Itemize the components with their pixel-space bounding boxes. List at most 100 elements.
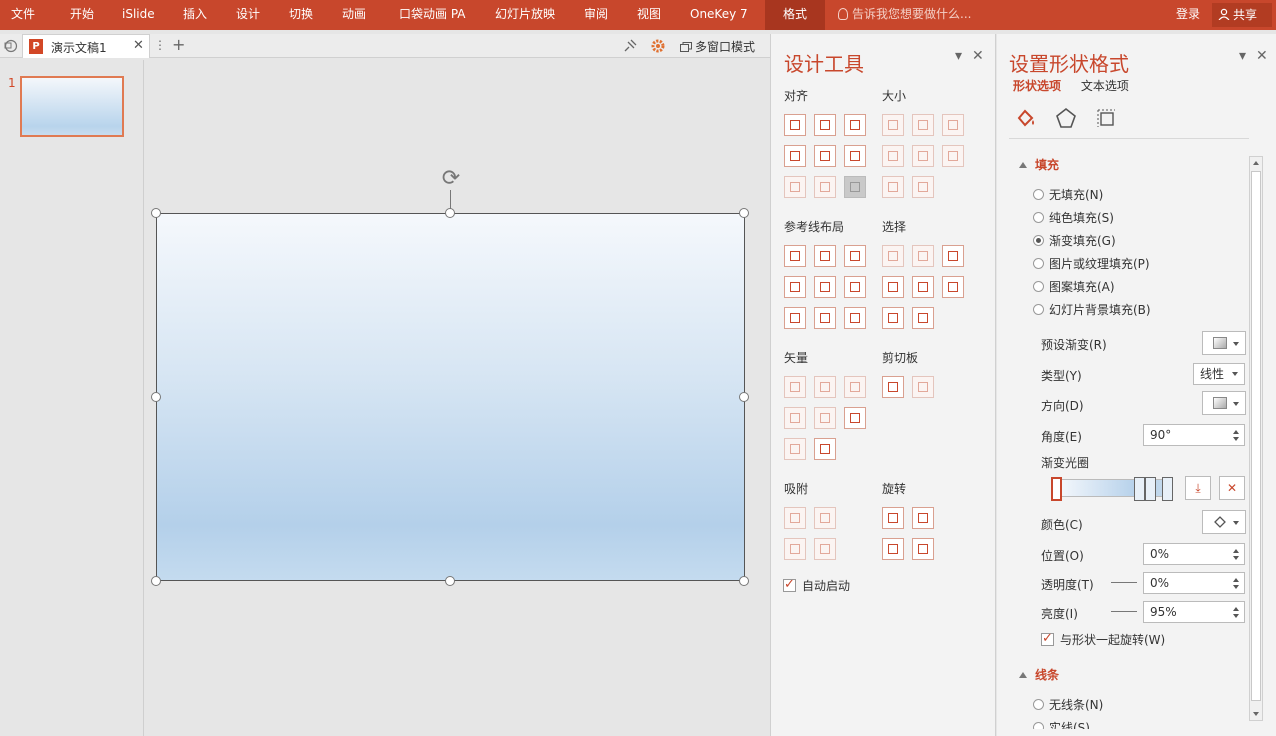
- spin-up-icon[interactable]: [1233, 549, 1239, 553]
- menu-islide[interactable]: iSlide: [122, 0, 155, 30]
- fill-bucket-icon[interactable]: [1014, 106, 1038, 130]
- radio-solid-fill[interactable]: 纯色填充(S): [1033, 209, 1114, 226]
- resize-handle[interactable]: [739, 392, 749, 402]
- radio-no-fill[interactable]: 无填充(N): [1033, 186, 1103, 203]
- gear-icon[interactable]: [650, 38, 666, 54]
- spin-up-icon[interactable]: [1233, 607, 1239, 611]
- document-tab[interactable]: P 演示文稿1 ✕: [22, 34, 150, 58]
- menu-animations[interactable]: 动画: [342, 0, 366, 30]
- close-icon[interactable]: ✕: [1256, 48, 1268, 64]
- select-invert-icon[interactable]: [882, 307, 904, 329]
- stretch-bottom-icon[interactable]: [912, 176, 934, 198]
- distribute-grid-icon[interactable]: [844, 176, 866, 198]
- menu-format[interactable]: 格式: [765, 0, 826, 30]
- preset-gradient-dropdown[interactable]: [1202, 331, 1246, 355]
- guide-middle-icon[interactable]: [814, 276, 836, 298]
- close-icon[interactable]: ✕: [133, 38, 144, 53]
- select-group-icon[interactable]: [912, 245, 934, 267]
- dropdown-icon[interactable]: ▾: [1239, 48, 1246, 64]
- resize-handle[interactable]: [151, 208, 161, 218]
- menu-pocket-animation[interactable]: 口袋动画 PA: [399, 0, 466, 30]
- stop-color-dropdown[interactable]: [1202, 510, 1246, 534]
- guide-top-icon[interactable]: [784, 276, 806, 298]
- multi-window-button[interactable]: 多窗口模式: [680, 38, 755, 55]
- brightness-slider[interactable]: [1111, 611, 1137, 612]
- menu-transitions[interactable]: 切换: [289, 0, 313, 30]
- spin-down-icon[interactable]: [1233, 556, 1239, 560]
- rotate-with-shape-checkbox[interactable]: 与形状一起旋转(W): [1041, 631, 1165, 648]
- same-size-icon[interactable]: [942, 114, 964, 136]
- same-width-icon[interactable]: [882, 114, 904, 136]
- rotate-right-icon[interactable]: [912, 507, 934, 529]
- guide-right-icon[interactable]: [844, 245, 866, 267]
- cursor-icon[interactable]: [942, 276, 964, 298]
- select-same-icon[interactable]: [882, 245, 904, 267]
- flip-vertical-icon[interactable]: [882, 538, 904, 560]
- menu-view[interactable]: 视图: [637, 0, 661, 30]
- select-back-icon[interactable]: [912, 307, 934, 329]
- guide-grid-icon[interactable]: [844, 307, 866, 329]
- snap-top-icon[interactable]: [784, 538, 806, 560]
- align-left-icon[interactable]: [784, 114, 806, 136]
- rotate-handle-icon[interactable]: ⟳: [439, 167, 463, 191]
- autostart-checkbox[interactable]: 自动启动: [783, 577, 850, 594]
- resize-handle[interactable]: [739, 208, 749, 218]
- path-icon[interactable]: [814, 438, 836, 460]
- match-height-icon[interactable]: [912, 145, 934, 167]
- magic-wand-icon[interactable]: [942, 245, 964, 267]
- pane-scrollbar[interactable]: [1249, 156, 1263, 721]
- add-tab-icon[interactable]: +: [172, 35, 185, 54]
- more-icon[interactable]: ⋮: [154, 38, 166, 52]
- distribute-horizontal-icon[interactable]: [784, 176, 806, 198]
- copy-icon[interactable]: [882, 376, 904, 398]
- angle-input[interactable]: 90°: [1143, 424, 1245, 446]
- browser-icon[interactable]: [3, 38, 19, 54]
- radio-picture-fill[interactable]: 图片或纹理填充(P): [1033, 255, 1150, 272]
- effects-pentagon-icon[interactable]: [1054, 106, 1078, 130]
- overlap-shapes-icon[interactable]: [844, 407, 866, 429]
- swap-size-icon[interactable]: [942, 145, 964, 167]
- intersect-icon[interactable]: [784, 407, 806, 429]
- brightness-input[interactable]: 95%: [1143, 601, 1245, 623]
- tab-text-options[interactable]: 文本选项: [1081, 79, 1129, 93]
- guide-left-icon[interactable]: [784, 245, 806, 267]
- align-top-icon[interactable]: [784, 145, 806, 167]
- position-input[interactable]: 0%: [1143, 543, 1245, 565]
- subtract-icon[interactable]: [814, 407, 836, 429]
- guide-bottom-icon[interactable]: [844, 276, 866, 298]
- resize-handle[interactable]: [445, 576, 455, 586]
- spin-up-icon[interactable]: [1233, 578, 1239, 582]
- tell-me-search[interactable]: 告诉我您想要做什么...: [838, 0, 971, 30]
- slide-thumbnail[interactable]: [20, 76, 124, 137]
- snap-bottom-icon[interactable]: [814, 538, 836, 560]
- share-button[interactable]: 共享: [1212, 3, 1272, 27]
- fragment-icon[interactable]: [844, 376, 866, 398]
- transparency-input[interactable]: 0%: [1143, 572, 1245, 594]
- guide-center-icon[interactable]: [814, 245, 836, 267]
- gradient-stop-handle[interactable]: [1162, 477, 1173, 501]
- menu-review[interactable]: 审阅: [584, 0, 608, 30]
- snap-right-icon[interactable]: [814, 507, 836, 529]
- radio-no-line[interactable]: 无线条(N): [1033, 696, 1103, 713]
- rotate-left-icon[interactable]: [882, 507, 904, 529]
- spin-down-icon[interactable]: [1233, 585, 1239, 589]
- radio-pattern-fill[interactable]: 图案填充(A): [1033, 278, 1115, 295]
- resize-handle[interactable]: [739, 576, 749, 586]
- spin-down-icon[interactable]: [1233, 437, 1239, 441]
- gradient-stop-handle[interactable]: [1145, 477, 1156, 501]
- tab-shape-options[interactable]: 形状选项: [1013, 79, 1061, 93]
- radio-gradient-fill[interactable]: 渐变填充(G): [1033, 232, 1116, 249]
- menu-slideshow[interactable]: 幻灯片放映: [495, 0, 555, 30]
- text-icon[interactable]: [784, 438, 806, 460]
- menu-file[interactable]: 文件: [11, 0, 35, 30]
- fill-section-header[interactable]: 填充: [1019, 156, 1059, 173]
- combine-icon[interactable]: [814, 376, 836, 398]
- snap-left-icon[interactable]: [784, 507, 806, 529]
- gradient-shape[interactable]: [156, 213, 745, 581]
- stretch-top-icon[interactable]: [882, 176, 904, 198]
- guide-horizontal-icon[interactable]: [784, 307, 806, 329]
- menu-design[interactable]: 设计: [236, 0, 260, 30]
- select-overlap-icon[interactable]: [882, 276, 904, 298]
- spin-up-icon[interactable]: [1233, 430, 1239, 434]
- radio-background-fill[interactable]: 幻灯片背景填充(B): [1033, 301, 1151, 318]
